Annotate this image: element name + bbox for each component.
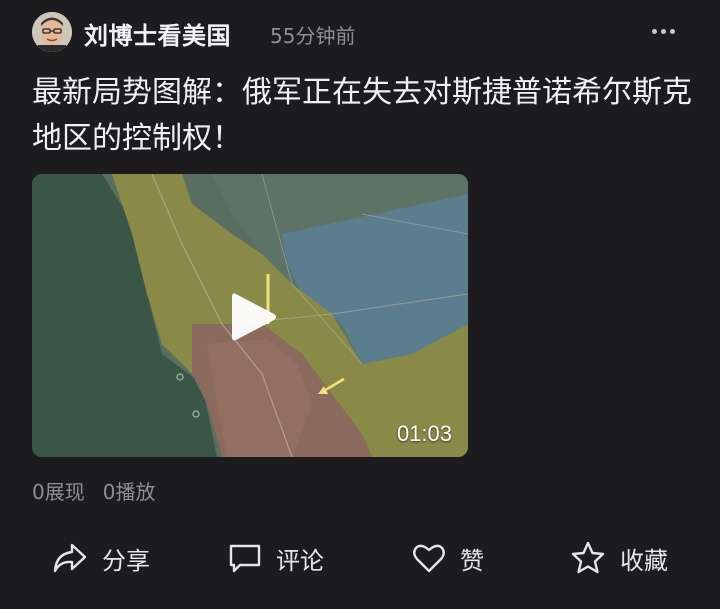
more-dots-icon[interactable] [646,14,680,48]
author-name[interactable]: 刘博士看美国 [84,16,231,51]
comment-label: 评论 [276,546,324,575]
like-label: 赞 [460,546,484,575]
plays-count: 0播放 [102,480,156,504]
like-button[interactable]: 赞 [412,536,484,580]
favorite-button[interactable]: 收藏 [570,536,668,580]
post-header: 刘博士看美国 55分钟前 [0,0,720,64]
post-timestamp: 55分钟前 [270,24,356,48]
comment-bubble-icon [229,544,261,573]
share-arrow-icon [53,543,87,573]
star-icon [571,541,605,574]
favorite-label: 收藏 [620,546,668,575]
play-icon[interactable] [228,290,278,344]
comment-button[interactable]: 评论 [228,536,324,580]
author-avatar[interactable] [32,12,72,52]
share-label: 分享 [102,546,150,575]
post-stats: 0展现 0播放 [32,476,173,505]
video-player[interactable]: 01:03 [32,174,468,457]
video-duration: 01:03 [396,421,452,446]
post-title[interactable]: 最新局势图解：俄军正在失去对斯捷普诺希尔斯克地区的控制权！ [32,70,692,162]
share-button[interactable]: 分享 [52,536,150,580]
heart-icon [413,544,445,573]
action-bar: 分享 评论 赞 收藏 [0,530,720,586]
views-count: 0展现 [32,480,85,504]
